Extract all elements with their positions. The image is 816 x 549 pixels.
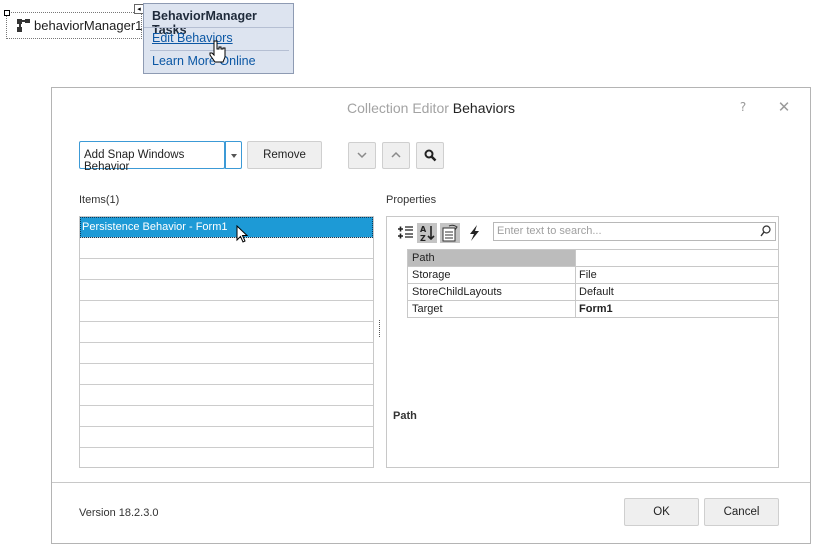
properties-label: Properties xyxy=(386,194,437,206)
help-button[interactable]: ? xyxy=(736,100,750,114)
hand-cursor-icon xyxy=(209,40,226,63)
divider xyxy=(144,27,293,28)
property-name: Target xyxy=(408,301,576,317)
dialog-title-main: Behaviors xyxy=(452,100,516,116)
svg-text:A: A xyxy=(420,225,427,234)
behavior-manager-icon xyxy=(17,19,30,32)
property-grid: A Z Enter text to search... Path Storage… xyxy=(386,216,779,468)
component-label: behaviorManager1 xyxy=(34,18,143,33)
search-icon xyxy=(760,225,771,237)
selection-grip[interactable] xyxy=(4,10,10,16)
categorized-icon[interactable] xyxy=(395,223,415,243)
property-name: Path xyxy=(408,250,576,266)
property-search-input[interactable]: Enter text to search... xyxy=(493,222,776,241)
list-item[interactable]: Persistence Behavior - Form1 xyxy=(80,217,373,238)
property-name: StoreChildLayouts xyxy=(408,284,576,300)
items-label: Items(1) xyxy=(79,194,120,206)
items-list[interactable]: Persistence Behavior - Form1 xyxy=(79,216,374,468)
search-button[interactable] xyxy=(416,142,444,169)
ok-button[interactable]: OK xyxy=(624,498,699,526)
property-value[interactable]: Form1 xyxy=(576,301,779,317)
collection-editor-dialog: Collection Editor Behaviors ? ✕ Add Snap… xyxy=(51,87,811,544)
property-value[interactable] xyxy=(576,250,779,266)
list-item[interactable] xyxy=(80,280,373,301)
property-name: Storage xyxy=(408,267,576,283)
close-button[interactable]: ✕ xyxy=(776,98,792,116)
list-item[interactable] xyxy=(80,343,373,364)
property-grid-table: Path Storage File StoreChildLayouts Defa… xyxy=(407,249,779,318)
dialog-title-prefix: Collection Editor xyxy=(346,100,453,116)
arrow-cursor-icon xyxy=(236,225,249,243)
property-row[interactable]: StoreChildLayouts Default xyxy=(407,284,779,301)
property-description-title: Path xyxy=(393,410,417,422)
cancel-button[interactable]: Cancel xyxy=(704,498,779,526)
dialog-title: Collection Editor Behaviors xyxy=(52,100,810,116)
list-item[interactable] xyxy=(80,301,373,322)
svg-text:Z: Z xyxy=(420,234,426,243)
property-row[interactable]: Path xyxy=(407,250,779,267)
property-value[interactable]: Default xyxy=(576,284,779,300)
move-down-icon xyxy=(357,152,367,159)
component-tray-item[interactable]: behaviorManager1 xyxy=(4,10,143,39)
splitter-handle[interactable] xyxy=(379,320,380,337)
move-down-button[interactable] xyxy=(348,142,376,169)
version-label: Version 18.2.3.0 xyxy=(79,507,159,519)
property-row[interactable]: Storage File xyxy=(407,267,779,284)
property-value[interactable]: File xyxy=(576,267,779,283)
alphabetical-icon[interactable]: A Z xyxy=(417,223,437,243)
move-up-button[interactable] xyxy=(382,142,410,169)
property-pages-icon[interactable] xyxy=(440,223,460,243)
list-item[interactable] xyxy=(80,448,373,469)
remove-button[interactable]: Remove xyxy=(247,141,322,169)
search-icon xyxy=(424,149,437,162)
footer-divider xyxy=(52,482,810,483)
add-behavior-dropdown[interactable] xyxy=(224,141,242,169)
events-icon[interactable] xyxy=(465,223,485,243)
list-item[interactable] xyxy=(80,385,373,406)
list-item[interactable] xyxy=(80,259,373,280)
list-item[interactable] xyxy=(80,406,373,427)
list-item[interactable] xyxy=(80,238,373,259)
add-behavior-button[interactable]: Add Snap Windows Behavior xyxy=(79,141,225,173)
property-row[interactable]: Target Form1 xyxy=(407,301,779,318)
list-item[interactable] xyxy=(80,322,373,343)
move-up-icon xyxy=(391,151,401,158)
list-item[interactable] xyxy=(80,364,373,385)
chevron-down-icon xyxy=(231,154,237,158)
list-item[interactable] xyxy=(80,427,373,448)
learn-more-online-link[interactable]: Learn More Online xyxy=(152,54,256,68)
search-placeholder: Enter text to search... xyxy=(497,225,602,237)
